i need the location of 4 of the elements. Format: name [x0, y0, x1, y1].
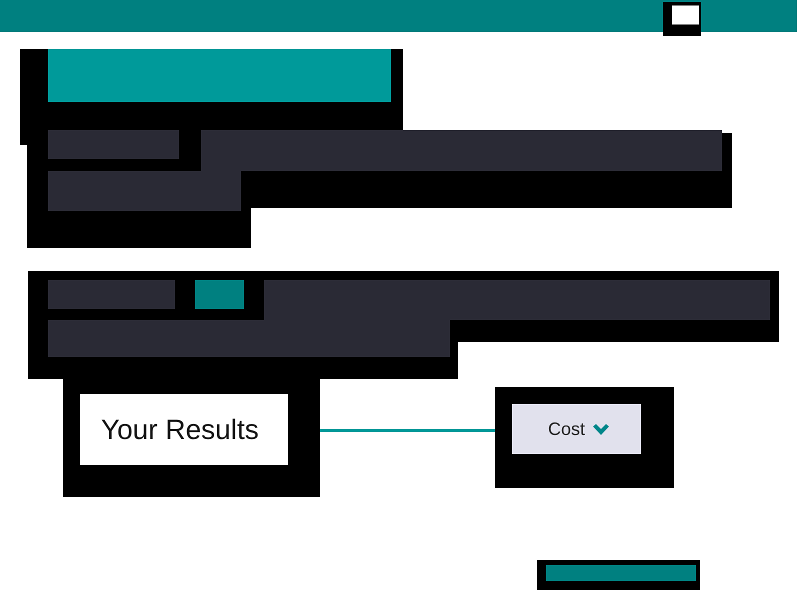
link-bar	[195, 280, 244, 309]
results-heading: Your Results	[80, 394, 288, 465]
sort-dropdown-button[interactable]: Cost	[512, 404, 641, 454]
rectangle-icon[interactable]	[663, 2, 701, 36]
